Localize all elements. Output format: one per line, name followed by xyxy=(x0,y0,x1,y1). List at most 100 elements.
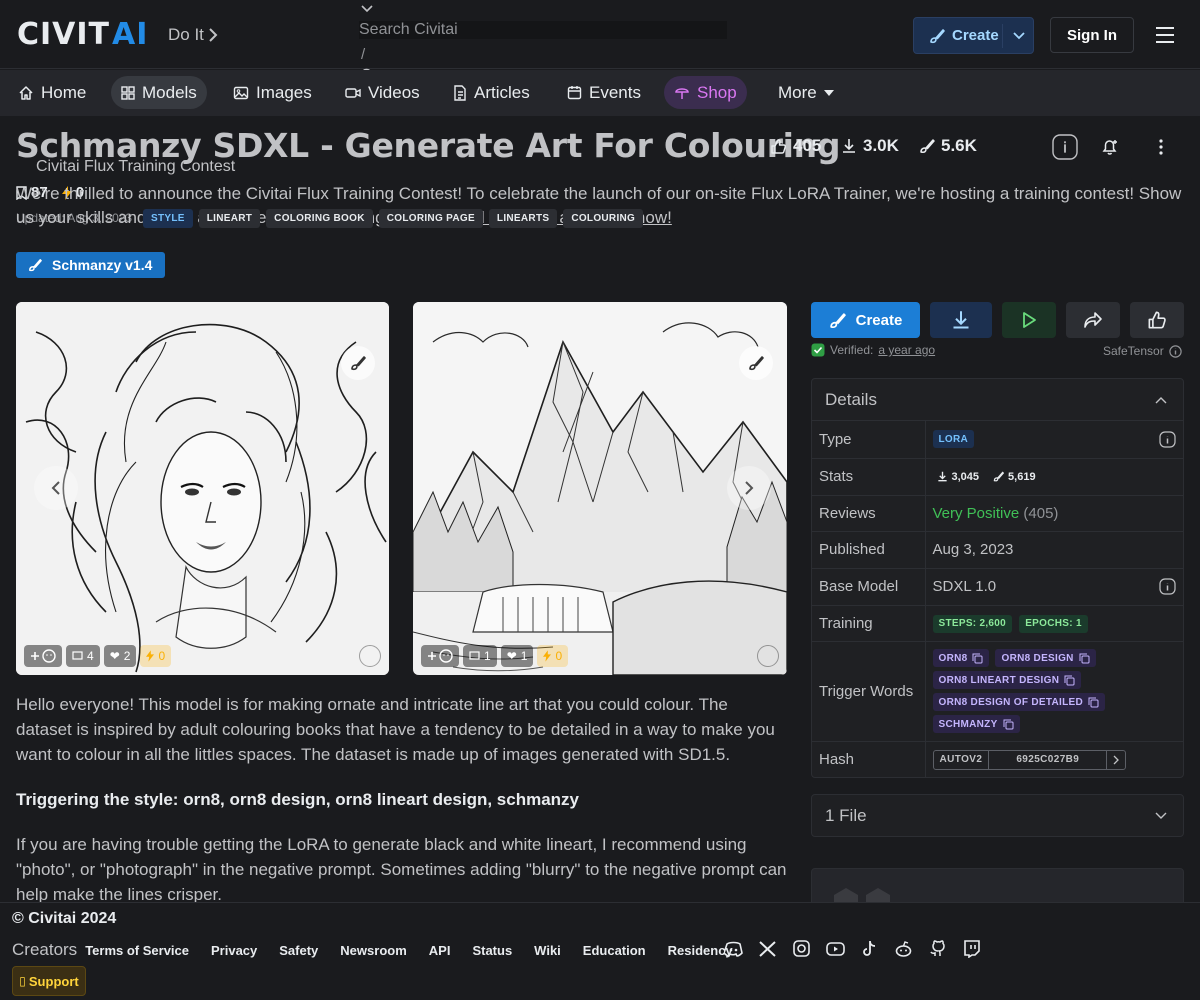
tag-chip[interactable]: LINEARTS xyxy=(488,209,558,228)
footer-link-residency[interactable]: Residency xyxy=(668,943,733,958)
remix-badge[interactable] xyxy=(341,346,375,380)
chevron-down-icon[interactable] xyxy=(1012,29,1026,43)
footer-link-terms[interactable]: Terms of Service xyxy=(85,943,189,958)
gallery-image-landscape[interactable]: 1 ❤ 1 0 xyxy=(413,302,787,675)
nav-images[interactable]: Images xyxy=(223,76,322,109)
image-info-icon[interactable] xyxy=(359,645,381,667)
create-with-model-label: Create xyxy=(855,311,903,329)
chevron-right-icon xyxy=(1113,755,1120,764)
details-row-stats: Stats 3,045 5,619 xyxy=(812,458,1183,496)
info-button[interactable] xyxy=(1052,134,1078,160)
downloads-count: 3.0K xyxy=(863,136,899,155)
footer-link-wiki[interactable]: Wiki xyxy=(534,943,561,958)
tag-chip[interactable]: STYLE xyxy=(143,209,193,228)
details-row-training: Training STEPS: 2,600 EPOCHS: 1 xyxy=(812,605,1183,642)
footer-link-privacy[interactable]: Privacy xyxy=(211,943,257,958)
info-icon[interactable] xyxy=(1169,344,1182,358)
do-it-link[interactable]: Do It xyxy=(168,25,218,45)
image-info-icon[interactable] xyxy=(757,645,779,667)
sign-in-button[interactable]: Sign In xyxy=(1050,17,1134,53)
verified-time-link[interactable]: a year ago xyxy=(878,343,935,357)
reviews-rating[interactable]: Very Positive xyxy=(933,505,1020,522)
gallery-image-portrait[interactable]: 4 ❤ 2 0 xyxy=(16,302,389,675)
footer-link-api[interactable]: API xyxy=(429,943,451,958)
trigger-word-chip[interactable]: ORN8 xyxy=(932,649,990,667)
file-format-label: SafeTensor xyxy=(1103,344,1164,358)
trigger-word-chip[interactable]: ORN8 LINEART DESIGN xyxy=(932,671,1082,689)
create-with-model-button[interactable]: Create xyxy=(811,302,920,338)
share-button[interactable] xyxy=(1066,302,1120,338)
nav-models[interactable]: Models xyxy=(111,76,207,109)
info-icon[interactable] xyxy=(1159,431,1176,448)
footer-link-status[interactable]: Status xyxy=(472,943,512,958)
play-button[interactable] xyxy=(1002,302,1056,338)
add-reaction-button[interactable] xyxy=(421,645,459,667)
download-icon xyxy=(953,311,969,329)
files-panel[interactable]: 1 File xyxy=(811,794,1184,837)
more-options-button[interactable] xyxy=(1158,138,1164,156)
comment-count[interactable]: 1 xyxy=(463,645,497,667)
hash-next-button[interactable] xyxy=(1106,750,1125,769)
footer-link-creators[interactable]: Creators xyxy=(12,940,77,960)
buzz-tip-button[interactable]: 0 xyxy=(140,645,172,667)
heart-count[interactable]: ❤ 2 xyxy=(103,645,137,667)
brush-icon xyxy=(930,28,945,43)
carousel-next-button[interactable] xyxy=(727,466,771,510)
discord-icon[interactable] xyxy=(724,940,743,958)
footer-link-education[interactable]: Education xyxy=(583,943,646,958)
tag-chip[interactable]: COLOURING xyxy=(563,209,644,228)
support-icon: ▯ xyxy=(19,974,26,988)
carousel-prev-button[interactable] xyxy=(34,466,78,510)
add-reaction-button[interactable] xyxy=(24,645,62,667)
files-header[interactable]: 1 File xyxy=(812,795,1183,837)
trigger-word-chip[interactable]: ORN8 DESIGN xyxy=(995,649,1096,667)
nav-home[interactable]: Home xyxy=(8,76,96,109)
twitch-icon[interactable] xyxy=(962,940,981,958)
info-icon[interactable] xyxy=(1159,578,1176,595)
bolt-icon xyxy=(543,650,552,662)
nav-videos[interactable]: Videos xyxy=(335,76,430,109)
likes-count: 405 xyxy=(793,136,822,155)
hash-value[interactable]: 6925C027B9 xyxy=(988,750,1106,769)
footer-link-safety[interactable]: Safety xyxy=(279,943,318,958)
support-button[interactable]: ▯ Support xyxy=(12,966,86,996)
menu-icon[interactable] xyxy=(1155,26,1175,44)
tag-chip[interactable]: COLORING PAGE xyxy=(378,209,483,228)
buzz-tip-button[interactable]: 0 xyxy=(537,645,569,667)
civitai-logo[interactable]: CIVIT AI xyxy=(17,20,148,50)
download-icon xyxy=(843,139,855,153)
nav-articles[interactable]: Articles xyxy=(443,76,540,109)
comment-icon xyxy=(469,650,480,660)
comment-count[interactable]: 4 xyxy=(66,645,100,667)
tag-chip[interactable]: COLORING BOOK xyxy=(266,209,373,228)
instagram-icon[interactable] xyxy=(792,940,811,958)
trigger-word-chip[interactable]: ORN8 DESIGN OF DETAILED xyxy=(932,693,1106,711)
github-icon[interactable] xyxy=(928,940,947,958)
youtube-icon[interactable] xyxy=(826,940,845,958)
chevron-down-icon[interactable] xyxy=(360,3,374,15)
heart-count-value: 2 xyxy=(123,649,131,663)
create-button[interactable]: Create xyxy=(913,17,1034,54)
search-input[interactable]: Search Civitai xyxy=(359,21,727,39)
nav-events[interactable]: Events xyxy=(557,76,651,109)
heart-count[interactable]: ❤ 1 xyxy=(500,645,534,667)
nav-shop[interactable]: Shop xyxy=(664,76,747,109)
copy-icon xyxy=(1079,653,1090,663)
nav-images-label: Images xyxy=(256,82,312,102)
trigger-word-chip[interactable]: SCHMANZY xyxy=(932,715,1020,733)
tag-chip[interactable]: LINEART xyxy=(198,209,261,228)
x-twitter-icon[interactable] xyxy=(758,940,777,958)
notify-button[interactable] xyxy=(1100,137,1120,157)
download-button[interactable] xyxy=(930,302,992,338)
details-header[interactable]: Details xyxy=(812,379,1183,421)
version-button[interactable]: Schmanzy v1.4 xyxy=(16,252,165,278)
likes-stat[interactable]: 405 xyxy=(770,136,821,156)
description-trigger-note: Triggering the style: orn8, orn8 design,… xyxy=(16,790,580,809)
like-button[interactable] xyxy=(1130,302,1184,338)
footer-link-newsroom[interactable]: Newsroom xyxy=(340,943,406,958)
tiktok-icon[interactable] xyxy=(860,940,879,958)
remix-badge[interactable] xyxy=(739,346,773,380)
nav-more[interactable]: More xyxy=(768,76,844,109)
hash-box[interactable]: AUTOV2 6925C027B9 xyxy=(932,749,1127,770)
reddit-icon[interactable] xyxy=(894,940,913,958)
